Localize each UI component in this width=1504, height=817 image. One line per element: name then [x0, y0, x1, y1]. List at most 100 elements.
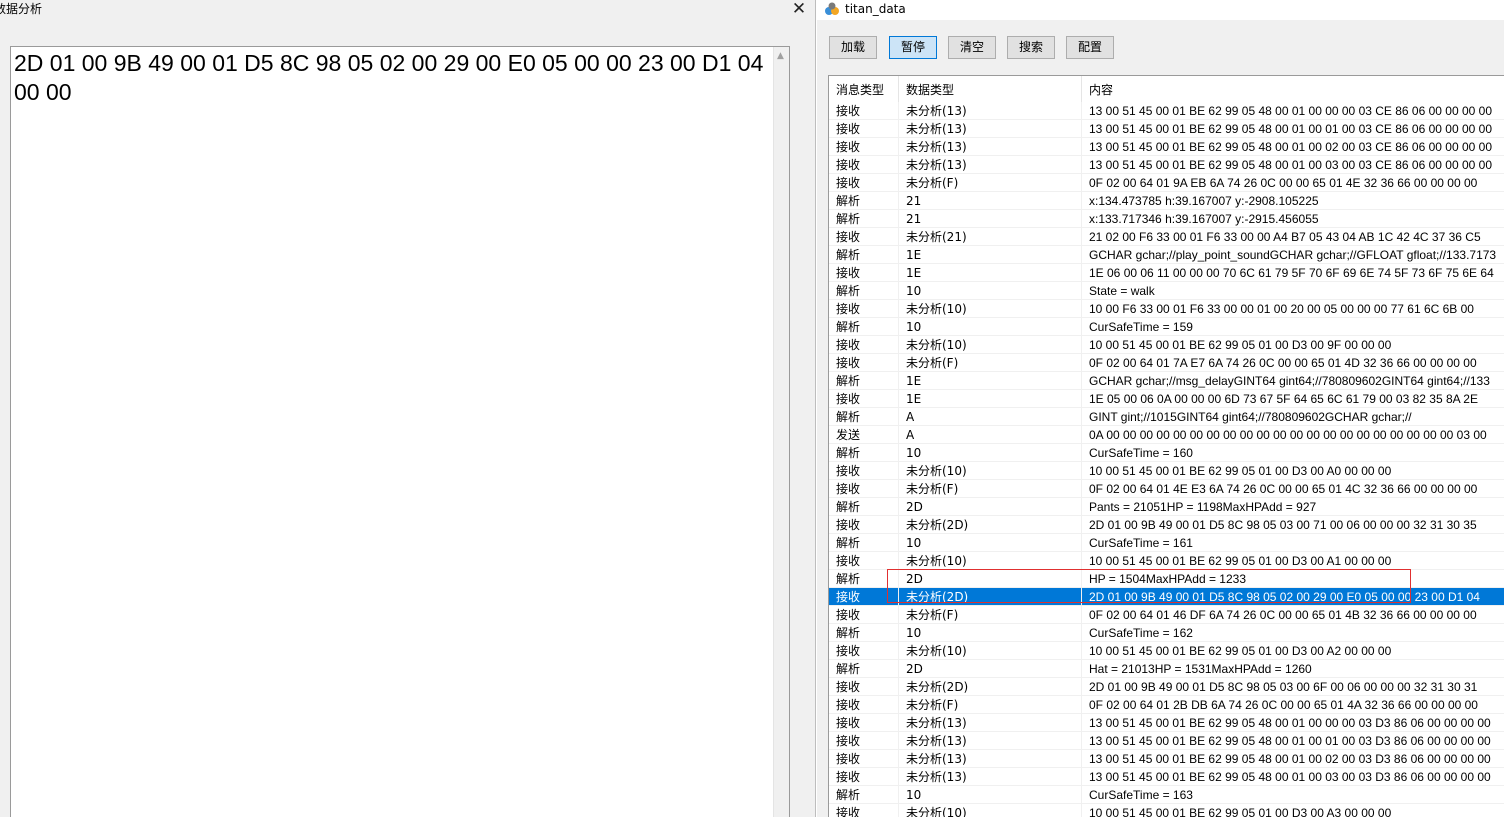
content-cell: x:133.717346 h:39.167007 y:-2915.456055 — [1082, 210, 1504, 228]
table-row[interactable]: 接收 未分析(13) 13 00 51 45 00 01 BE 62 99 05 4… — [829, 120, 1504, 138]
message-type-cell: 接收 — [829, 228, 899, 246]
message-type-cell: 接收 — [829, 354, 899, 372]
table-row[interactable]: 接收 未分析(13) 13 00 51 45 00 01 BE 62 99 05 4… — [829, 138, 1504, 156]
table-row[interactable]: 接收 未分析(10) 10 00 F6 33 00 01 F6 33 00 00 0… — [829, 300, 1504, 318]
data-type-cell: 未分析(F) — [899, 696, 1082, 714]
message-type-cell: 解析 — [829, 246, 899, 264]
content-cell: 10 00 F6 33 00 01 F6 33 00 00 01 00 20 0… — [1082, 300, 1504, 318]
data-analysis-window: 数据分析 ✕ 2D 01 00 9B 49 00 01 D5 8C 98 05 … — [0, 0, 816, 817]
app-icon — [825, 2, 839, 15]
data-type-cell: 10 — [899, 624, 1082, 642]
content-cell: 13 00 51 45 00 01 BE 62 99 05 48 00 01 0… — [1082, 102, 1504, 120]
hex-text[interactable]: 2D 01 00 9B 49 00 01 D5 8C 98 05 02 00 2… — [14, 49, 771, 107]
content-cell: Pants = 21051HP = 1198MaxHPAdd = 927 — [1082, 498, 1504, 516]
pause-button[interactable]: 暂停 — [889, 36, 937, 59]
message-type-cell: 接收 — [829, 120, 899, 138]
column-header-data-type[interactable]: 数据类型 — [899, 76, 1082, 102]
data-type-cell: 未分析(10) — [899, 336, 1082, 354]
load-button[interactable]: 加载 — [829, 36, 877, 59]
table-row[interactable]: 解析 10 CurSafeTime = 161 — [829, 534, 1504, 552]
table-row[interactable]: 解析 10 CurSafeTime = 159 — [829, 318, 1504, 336]
table-row[interactable]: 接收 1E 1E 06 00 06 11 00 00 00 70 6C 61 79 … — [829, 264, 1504, 282]
data-type-cell: 1E — [899, 246, 1082, 264]
table-row[interactable]: 接收 未分析(10) 10 00 51 45 00 01 BE 62 99 05 0… — [829, 804, 1504, 817]
table-row[interactable]: 接收 未分析(F) 0F 02 00 64 01 9A EB 6A 74 26 0C… — [829, 174, 1504, 192]
table-row[interactable]: 接收 未分析(10) 10 00 51 45 00 01 BE 62 99 05 0… — [829, 552, 1504, 570]
message-type-cell: 发送 — [829, 426, 899, 444]
table-row[interactable]: 解析 10 CurSafeTime = 163 — [829, 786, 1504, 804]
table-row[interactable]: 解析 2D Hat = 21013HP = 1531MaxHPAdd = 1260 — [829, 660, 1504, 678]
content-cell: x:134.473785 h:39.167007 y:-2908.105225 — [1082, 192, 1504, 210]
data-type-cell: 未分析(10) — [899, 642, 1082, 660]
message-list[interactable]: 消息类型 数据类型 内容 接收 未分析(13) 13 00 51 45 00 01 … — [828, 75, 1504, 817]
content-cell: 13 00 51 45 00 01 BE 62 99 05 48 00 01 0… — [1082, 732, 1504, 750]
table-row[interactable]: 接收 未分析(F) 0F 02 00 64 01 2B DB 6A 74 26 0C… — [829, 696, 1504, 714]
table-row[interactable]: 发送 A 0A 00 00 00 00 00 00 00 00 00 00 00 0… — [829, 426, 1504, 444]
table-row[interactable]: 接收 未分析(21) 21 02 00 F6 33 00 01 F6 33 00 0… — [829, 228, 1504, 246]
data-type-cell: 10 — [899, 318, 1082, 336]
table-row[interactable]: 接收 未分析(13) 13 00 51 45 00 01 BE 62 99 05 4… — [829, 156, 1504, 174]
content-cell: 2D 01 00 9B 49 00 01 D5 8C 98 05 02 00 2… — [1082, 588, 1504, 606]
message-type-cell: 解析 — [829, 282, 899, 300]
content-cell: 1E 06 00 06 11 00 00 00 70 6C 61 79 5F 7… — [1082, 264, 1504, 282]
scroll-up-icon[interactable]: ▲ — [777, 51, 784, 61]
table-row[interactable]: 解析 10 State = walk — [829, 282, 1504, 300]
message-type-cell: 接收 — [829, 696, 899, 714]
title-bar: titan_data — [817, 0, 1504, 20]
column-header-content[interactable]: 内容 — [1082, 76, 1504, 102]
data-type-cell: A — [899, 408, 1082, 426]
config-button[interactable]: 配置 — [1066, 36, 1114, 59]
table-row[interactable]: 接收 未分析(10) 10 00 51 45 00 01 BE 62 99 05 0… — [829, 336, 1504, 354]
data-type-cell: 未分析(13) — [899, 120, 1082, 138]
data-type-cell: 2D — [899, 498, 1082, 516]
table-row[interactable]: 解析 10 CurSafeTime = 162 — [829, 624, 1504, 642]
table-row[interactable]: 解析 1E GCHAR gchar;//msg_delayGINT64 gint64… — [829, 372, 1504, 390]
message-type-cell: 解析 — [829, 408, 899, 426]
column-header-message-type[interactable]: 消息类型 — [829, 76, 899, 102]
list-header: 消息类型 数据类型 内容 — [829, 76, 1504, 102]
message-type-cell: 接收 — [829, 462, 899, 480]
table-row[interactable]: 解析 10 CurSafeTime = 160 — [829, 444, 1504, 462]
hex-text-area[interactable]: 2D 01 00 9B 49 00 01 D5 8C 98 05 02 00 2… — [10, 46, 790, 817]
table-row[interactable]: 接收 未分析(10) 10 00 51 45 00 01 BE 62 99 05 0… — [829, 462, 1504, 480]
content-cell: GINT gint;//1015GINT64 gint64;//78080960… — [1082, 408, 1504, 426]
table-row[interactable]: 接收 未分析(13) 13 00 51 45 00 01 BE 62 99 05 4… — [829, 750, 1504, 768]
table-row[interactable]: 接收 未分析(10) 10 00 51 45 00 01 BE 62 99 05 0… — [829, 642, 1504, 660]
content-cell: 10 00 51 45 00 01 BE 62 99 05 01 00 D3 0… — [1082, 552, 1504, 570]
table-row[interactable]: 解析 A GINT gint;//1015GINT64 gint64;//78080… — [829, 408, 1504, 426]
table-row[interactable]: 接收 未分析(F) 0F 02 00 64 01 46 DF 6A 74 26 0C… — [829, 606, 1504, 624]
data-type-cell: 未分析(10) — [899, 462, 1082, 480]
data-type-cell: 未分析(2D) — [899, 516, 1082, 534]
table-row[interactable]: 接收 未分析(13) 13 00 51 45 00 01 BE 62 99 05 4… — [829, 732, 1504, 750]
table-row[interactable]: 接收 未分析(2D) 2D 01 00 9B 49 00 01 D5 8C 98 0… — [829, 516, 1504, 534]
message-type-cell: 解析 — [829, 372, 899, 390]
content-cell: 13 00 51 45 00 01 BE 62 99 05 48 00 01 0… — [1082, 750, 1504, 768]
clear-button[interactable]: 清空 — [948, 36, 996, 59]
message-type-cell: 接收 — [829, 516, 899, 534]
search-button[interactable]: 搜索 — [1007, 36, 1055, 59]
close-icon[interactable]: ✕ — [786, 0, 812, 20]
content-cell: 13 00 51 45 00 01 BE 62 99 05 48 00 01 0… — [1082, 768, 1504, 786]
table-row[interactable]: 解析 1E GCHAR gchar;//play_point_soundGCHAR … — [829, 246, 1504, 264]
table-row[interactable]: 解析 21 x:133.717346 h:39.167007 y:-2915.456… — [829, 210, 1504, 228]
content-cell: State = walk — [1082, 282, 1504, 300]
table-row[interactable]: 接收 未分析(2D) 2D 01 00 9B 49 00 01 D5 8C 98 0… — [829, 678, 1504, 696]
content-cell: HP = 1504MaxHPAdd = 1233 — [1082, 570, 1504, 588]
table-row[interactable]: 解析 2D Pants = 21051HP = 1198MaxHPAdd = 927 — [829, 498, 1504, 516]
table-row[interactable]: 接收 未分析(F) 0F 02 00 64 01 4E E3 6A 74 26 0C… — [829, 480, 1504, 498]
content-cell: 10 00 51 45 00 01 BE 62 99 05 01 00 D3 0… — [1082, 462, 1504, 480]
table-row[interactable]: 接收 未分析(13) 13 00 51 45 00 01 BE 62 99 05 4… — [829, 768, 1504, 786]
table-row[interactable]: 接收 未分析(F) 0F 02 00 64 01 7A E7 6A 74 26 0C… — [829, 354, 1504, 372]
content-cell: 0F 02 00 64 01 9A EB 6A 74 26 0C 00 00 6… — [1082, 174, 1504, 192]
content-cell: Hat = 21013HP = 1531MaxHPAdd = 1260 — [1082, 660, 1504, 678]
message-type-cell: 接收 — [829, 678, 899, 696]
table-row[interactable]: 接收 未分析(13) 13 00 51 45 00 01 BE 62 99 05 4… — [829, 102, 1504, 120]
content-cell: 2D 01 00 9B 49 00 01 D5 8C 98 05 03 00 6… — [1082, 678, 1504, 696]
table-row[interactable]: 接收 未分析(13) 13 00 51 45 00 01 BE 62 99 05 4… — [829, 714, 1504, 732]
table-row[interactable]: 接收 未分析(2D) 2D 01 00 9B 49 00 01 D5 8C 98 0… — [829, 588, 1504, 606]
table-row[interactable]: 解析 2D HP = 1504MaxHPAdd = 1233 — [829, 570, 1504, 588]
table-row[interactable]: 解析 21 x:134.473785 h:39.167007 y:-2908.105… — [829, 192, 1504, 210]
data-type-cell: 未分析(13) — [899, 732, 1082, 750]
vertical-scrollbar[interactable]: ▲ — [773, 47, 789, 817]
table-row[interactable]: 接收 1E 1E 05 00 06 0A 00 00 00 6D 73 67 5F … — [829, 390, 1504, 408]
